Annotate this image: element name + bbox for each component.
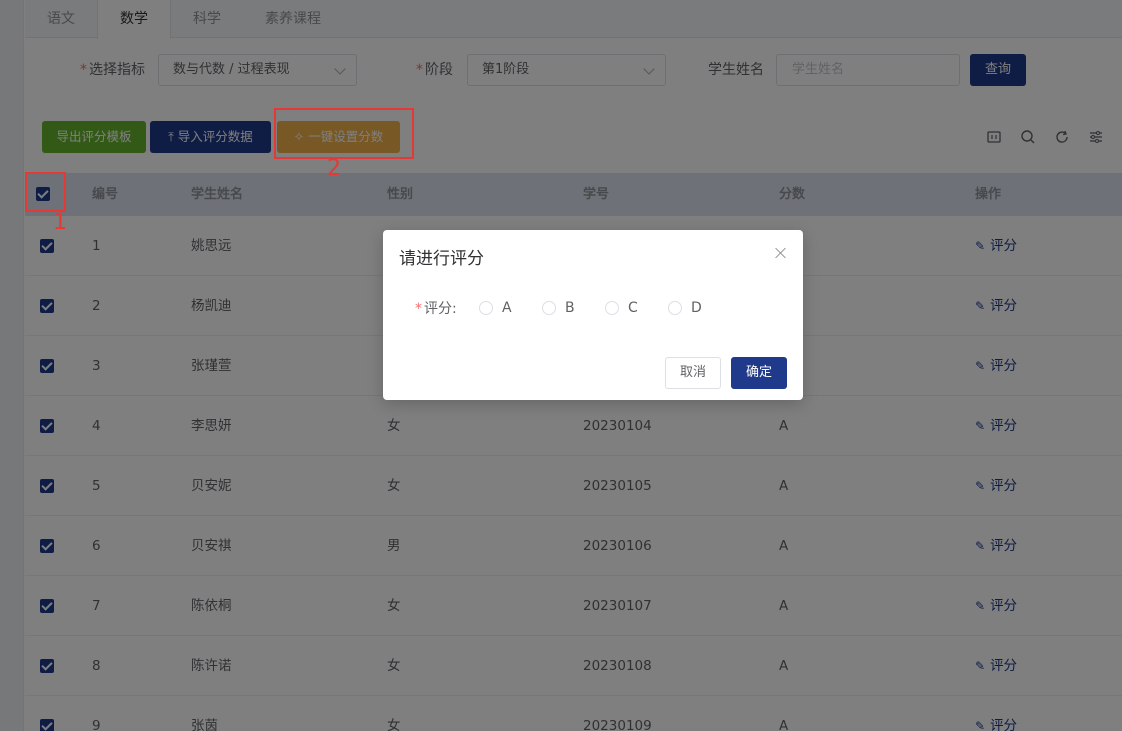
radio-option-c[interactable]: C <box>605 299 638 317</box>
radio-circle[interactable] <box>542 301 556 315</box>
app: 语文 数学 科学 素养课程 *选择指标 数与代数 / 过程表现 *阶段 第1阶段… <box>0 0 1122 731</box>
radio-option-b[interactable]: B <box>542 299 575 317</box>
required-mark: * <box>415 301 422 317</box>
close-icon[interactable] <box>773 246 789 262</box>
dialog-title: 请进行评分 <box>399 249 484 269</box>
annotation-box-1 <box>25 172 66 212</box>
score-dialog: 请进行评分 * 评分: A B C D 取消 确定 <box>383 230 803 400</box>
radio-circle[interactable] <box>605 301 619 315</box>
annotation-number-2: 2 <box>327 156 341 181</box>
annotation-box-2 <box>274 108 414 159</box>
cancel-button[interactable]: 取消 <box>665 357 721 389</box>
radio-circle[interactable] <box>668 301 682 315</box>
radio-option-d[interactable]: D <box>668 299 702 317</box>
radio-circle[interactable] <box>479 301 493 315</box>
confirm-button[interactable]: 确定 <box>731 357 787 389</box>
radio-option-a[interactable]: A <box>479 299 512 317</box>
score-label: * 评分: <box>415 301 457 317</box>
annotation-number-1: 1 <box>53 210 67 235</box>
